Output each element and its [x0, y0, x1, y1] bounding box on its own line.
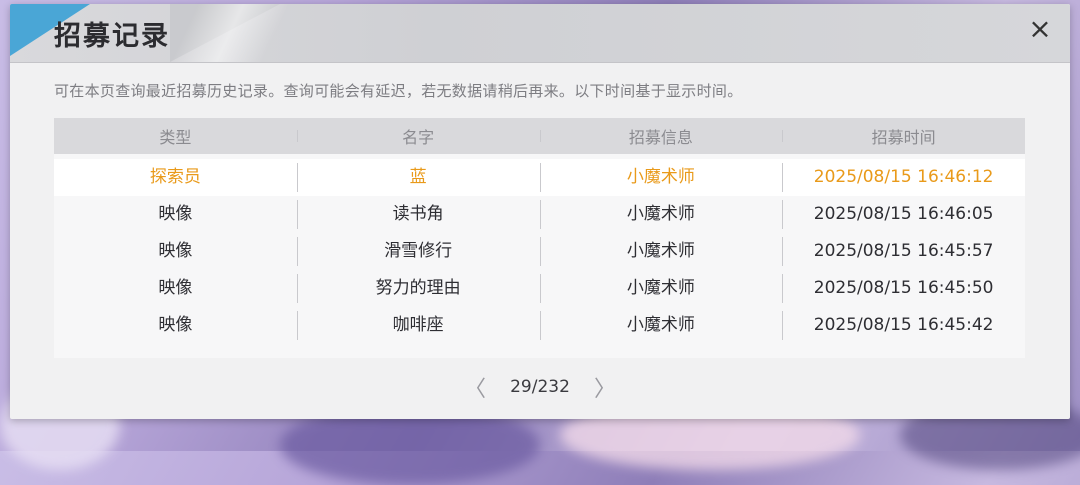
- table-row: 映像 咖啡座 小魔术师 2025/08/15 16:45:42: [54, 307, 1025, 344]
- cell-name: 滑雪修行: [296, 233, 540, 270]
- cell-name: 蓝: [296, 159, 540, 196]
- column-header-info: 招募信息: [539, 124, 783, 148]
- cell-type: 探索员: [149, 167, 201, 187]
- cell-name: 努力的理由: [296, 270, 540, 307]
- dialog-title: 招募记录: [54, 21, 170, 52]
- dialog-header: 招募记录 ×: [10, 4, 1070, 63]
- cell-type: 映像: [158, 241, 193, 261]
- cell-type: 映像: [158, 315, 193, 335]
- cell-info: 小魔术师: [539, 233, 783, 270]
- column-header-name: 名字: [296, 124, 540, 148]
- chevron-right-icon[interactable]: 〉: [585, 371, 625, 403]
- cell-time: 2025/08/15 16:45:50: [782, 270, 1025, 307]
- cell-info: 小魔术师: [539, 159, 783, 196]
- pagination: 〈 29/232 〉: [10, 371, 1070, 403]
- cell-time: 2025/08/15 16:45:42: [782, 307, 1025, 344]
- cell-info: 小魔术师: [539, 196, 783, 233]
- table-row: 映像 努力的理由 小魔术师 2025/08/15 16:45:50: [54, 270, 1025, 307]
- table-body: 探索员 蓝 小魔术师 2025/08/15 16:46:12 映像 读书角 小魔…: [54, 154, 1025, 344]
- cell-name: 读书角: [296, 196, 540, 233]
- cell-info: 小魔术师: [539, 270, 783, 307]
- table-header: 类型 名字 招募信息 招募时间: [54, 118, 1025, 154]
- cell-time: 2025/08/15 16:46:05: [782, 196, 1025, 233]
- close-icon[interactable]: ×: [1026, 15, 1054, 44]
- cell-name: 咖啡座: [296, 307, 540, 344]
- cell-type: 映像: [158, 278, 193, 298]
- table-row: 映像 滑雪修行 小魔术师 2025/08/15 16:45:57: [54, 233, 1025, 270]
- table-row: 探索员 蓝 小魔术师 2025/08/15 16:46:12: [54, 159, 1025, 196]
- notice-text: 可在本页查询最近招募历史记录。查询可能会有延迟，若无数据请稍后再来。以下时间基于…: [54, 82, 743, 100]
- page-indicator: 29/232: [510, 377, 570, 397]
- cell-info: 小魔术师: [539, 307, 783, 344]
- recruit-table: 类型 名字 招募信息 招募时间 探索员 蓝 小魔术师 2025/08/15 16…: [54, 118, 1025, 358]
- table-row: 映像 读书角 小魔术师 2025/08/15 16:46:05: [54, 196, 1025, 233]
- column-header-time: 招募时间: [782, 124, 1025, 148]
- recruit-record-dialog: 招募记录 × 可在本页查询最近招募历史记录。查询可能会有延迟，若无数据请稍后再来…: [10, 4, 1070, 419]
- cell-time: 2025/08/15 16:45:57: [782, 233, 1025, 270]
- cell-time: 2025/08/15 16:46:12: [782, 159, 1025, 196]
- cell-type: 映像: [158, 204, 193, 224]
- chevron-left-icon[interactable]: 〈: [455, 371, 495, 403]
- column-header-type: 类型: [159, 128, 192, 147]
